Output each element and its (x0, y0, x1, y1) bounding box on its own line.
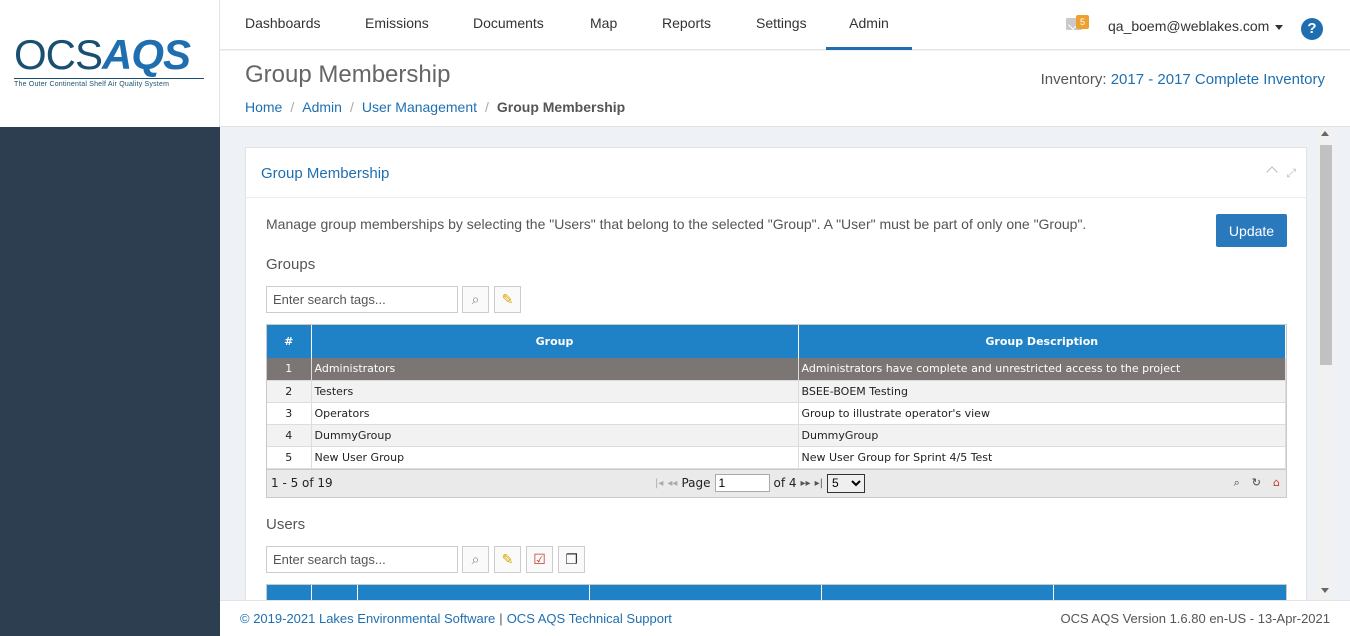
mail-count-badge: 5 (1076, 15, 1089, 29)
nav-documents[interactable]: Documents (473, 0, 544, 50)
page-number-input[interactable] (714, 474, 770, 492)
column-header-group[interactable]: Group (311, 325, 799, 358)
collapse-icon[interactable] (1266, 166, 1278, 178)
row-number: 2 (267, 380, 312, 403)
nav-admin[interactable]: Admin (826, 0, 912, 50)
inventory-info: Inventory: 2017 - 2017 Complete Inventor… (1041, 71, 1325, 88)
export-icon[interactable]: ⌂ (1273, 476, 1280, 490)
table-row[interactable]: 3 Operators Group to illustrate operator… (267, 402, 1286, 425)
update-button[interactable]: Update (1216, 214, 1287, 247)
groups-search-input[interactable] (266, 286, 458, 313)
panel-header: Group Membership ⤢ (246, 148, 1306, 198)
top-navigation: Dashboards Emissions Documents Map Repor… (220, 0, 1350, 50)
breadcrumb-admin[interactable]: Admin (302, 99, 342, 115)
group-name: New User Group (311, 446, 799, 469)
column-header-number[interactable]: # (267, 325, 312, 358)
users-search-input[interactable] (266, 546, 458, 573)
select-all-icon[interactable]: ☑ (526, 546, 553, 573)
search-icon[interactable]: ⌕ (462, 286, 489, 313)
clear-broom-icon[interactable]: ✎ (494, 546, 521, 573)
panel-description: Manage group memberships by selecting th… (266, 216, 1087, 232)
nav-map[interactable]: Map (590, 0, 617, 50)
nav-reports[interactable]: Reports (662, 0, 711, 50)
column-header-description[interactable]: Group Description (798, 325, 1286, 358)
group-description: DummyGroup (798, 424, 1286, 447)
page-title: Group Membership (245, 61, 451, 88)
refresh-icon[interactable]: ↻ (1252, 476, 1261, 490)
record-count: 1 - 5 of 19 (271, 475, 333, 490)
group-description: New User Group for Sprint 4/5 Test (798, 446, 1286, 469)
group-description: BSEE-BOEM Testing (798, 380, 1286, 403)
pager-tools: ⌕ ↻ ⌂ (1234, 476, 1280, 490)
nav-settings[interactable]: Settings (756, 0, 807, 50)
group-name: DummyGroup (311, 424, 799, 447)
groups-grid: # Group Group Description 1 Administrato… (266, 324, 1287, 498)
panel-title: Group Membership (261, 165, 390, 182)
next-page-icon[interactable]: ▸▸ (801, 478, 811, 489)
table-row[interactable]: 5 New User Group New User Group for Spri… (267, 446, 1286, 469)
group-description: Administrators have complete and unrestr… (798, 358, 1286, 381)
search-icon[interactable]: ⌕ (462, 546, 489, 573)
inventory-link[interactable]: 2017 - 2017 Complete Inventory (1111, 71, 1325, 88)
group-membership-panel: Group Membership ⤢ Manage group membersh… (245, 147, 1307, 607)
groups-section-title: Groups (266, 256, 316, 273)
users-section-title: Users (266, 516, 306, 533)
grid-pager: 1 - 5 of 19 |◂ ◂◂ Page of 4 ▸▸ ▸| 5 ⌕ ↻ … (267, 468, 1286, 497)
chevron-down-icon (1275, 24, 1284, 30)
expand-icon[interactable]: ⤢ (1286, 166, 1296, 181)
last-page-icon[interactable]: ▸| (815, 478, 823, 489)
clear-broom-icon[interactable]: ✎ (494, 286, 521, 313)
row-number: 1 (267, 358, 312, 381)
group-name: Operators (311, 402, 799, 425)
breadcrumb-home[interactable]: Home (245, 99, 282, 115)
version-info: OCS AQS Version 1.6.80 en-US - 13-Apr-20… (1060, 611, 1330, 626)
row-number: 3 (267, 402, 312, 425)
footer: © 2019-2021 Lakes Environmental Software… (220, 600, 1350, 636)
page-label: Page (681, 476, 711, 490)
breadcrumb-user-management[interactable]: User Management (362, 99, 477, 115)
deselect-all-icon[interactable]: ❐ (558, 546, 585, 573)
ocs-aqs-logo[interactable]: OCSAQS The Outer Continental Shelf Air Q… (14, 34, 210, 92)
table-row[interactable]: 1 Administrators Administrators have com… (267, 358, 1286, 381)
prev-page-icon[interactable]: ◂◂ (667, 478, 677, 489)
breadcrumb-separator: / (349, 99, 354, 115)
sidebar (0, 127, 220, 636)
footer-links: © 2019-2021 Lakes Environmental Software… (240, 611, 672, 626)
logo-wordmark: OCSAQS (14, 31, 191, 78)
nav-dashboards[interactable]: Dashboards (245, 0, 321, 50)
user-menu[interactable]: qa_boem@weblakes.com (1108, 18, 1284, 34)
scrollbar-thumb[interactable] (1320, 145, 1332, 365)
copyright-link[interactable]: © 2019-2021 Lakes Environmental Software (240, 611, 495, 626)
page-header: Group Membership Home / Admin / User Managem… (220, 51, 1350, 127)
grid-header-row: # Group Group Description (267, 325, 1286, 358)
logo-tagline: The Outer Continental Shelf Air Quality … (14, 78, 204, 88)
table-row[interactable]: 2 Testers BSEE-BOEM Testing (267, 380, 1286, 403)
breadcrumb-separator: / (485, 99, 489, 115)
group-name: Testers (311, 380, 799, 403)
scroll-down-icon[interactable] (1321, 588, 1329, 593)
footer-separator: | (499, 611, 503, 626)
breadcrumb-current: Group Membership (496, 99, 626, 115)
breadcrumb: Home / Admin / User Management / Group Members… (245, 99, 625, 115)
first-page-icon[interactable]: |◂ (655, 478, 663, 489)
page-total-label: of 4 (773, 476, 797, 490)
scroll-up-icon[interactable] (1321, 131, 1329, 136)
group-name: Administrators (311, 358, 799, 381)
help-icon[interactable]: ? (1301, 18, 1323, 40)
nav-emissions[interactable]: Emissions (365, 0, 429, 50)
group-description: Group to illustrate operator's view (798, 402, 1286, 425)
find-icon[interactable]: ⌕ (1234, 476, 1240, 490)
user-email: qa_boem@weblakes.com (1108, 18, 1270, 34)
logo-area: OCSAQS The Outer Continental Shelf Air Q… (0, 0, 220, 127)
row-number: 4 (267, 424, 312, 447)
table-row[interactable]: 4 DummyGroup DummyGroup (267, 424, 1286, 447)
page-size-select[interactable]: 5 (826, 473, 865, 493)
breadcrumb-separator: / (290, 99, 295, 115)
pager-navigation: |◂ ◂◂ Page of 4 ▸▸ ▸| 5 (655, 473, 865, 493)
inventory-label: Inventory: (1040, 71, 1107, 88)
support-link[interactable]: OCS AQS Technical Support (507, 611, 672, 626)
row-number: 5 (267, 446, 312, 469)
